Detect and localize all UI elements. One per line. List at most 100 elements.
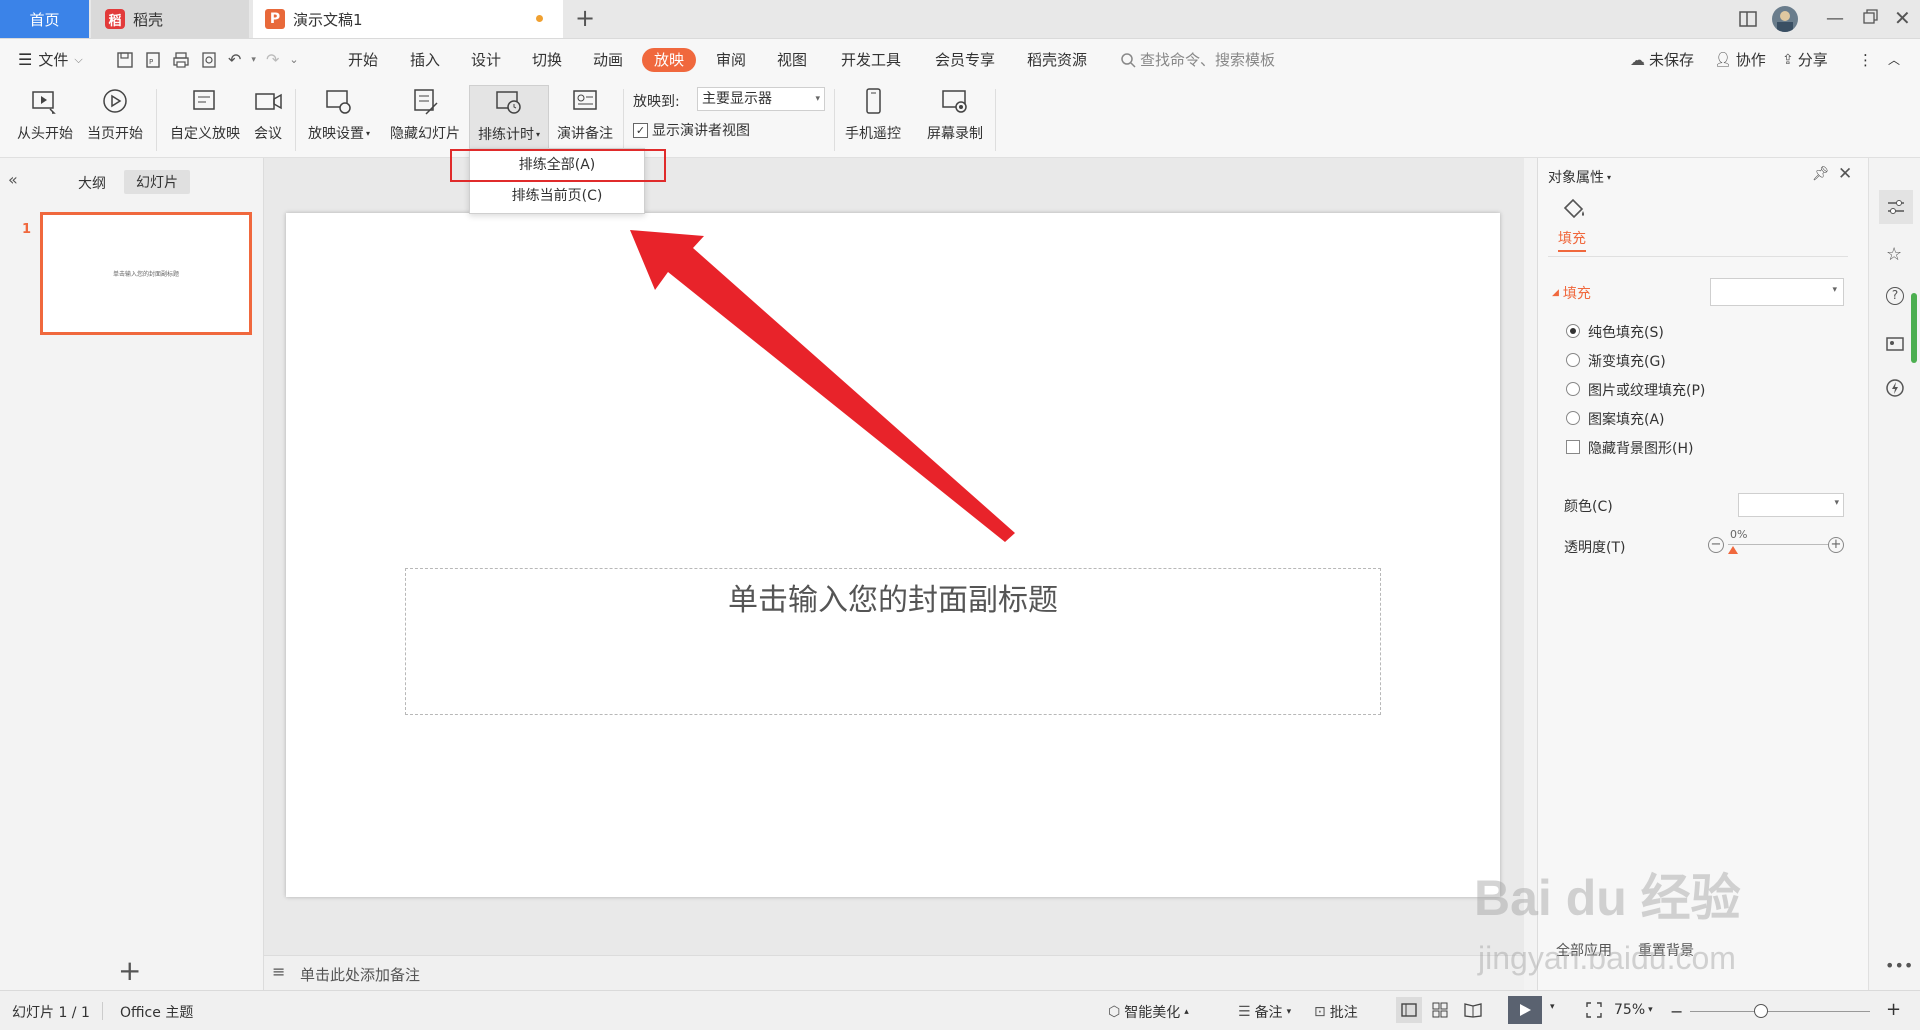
restore-icon[interactable] [1862, 8, 1880, 26]
color-select[interactable]: ▾ [1738, 493, 1844, 517]
phone-remote-label: 手机遥控 [845, 126, 901, 142]
zoom-in-button[interactable]: + [1886, 999, 1901, 1020]
search-icon [1121, 53, 1136, 68]
decrease-transparency-button[interactable]: − [1708, 537, 1724, 553]
save-icon[interactable] [116, 51, 134, 69]
print-preview-icon[interactable] [200, 51, 218, 69]
radio-solid-fill[interactable] [1566, 324, 1580, 338]
fit-window-icon[interactable] [1586, 1002, 1602, 1018]
fill-type-select[interactable]: ▾ [1710, 278, 1844, 306]
from-current-button[interactable]: 当页开始 [82, 85, 148, 143]
search-box[interactable]: 查找命令、搜索模板 [1120, 48, 1275, 72]
menu-developer[interactable]: 开发工具 [841, 48, 901, 72]
from-start-button[interactable]: 从头开始 [12, 85, 78, 143]
menu-member[interactable]: 会员专享 [935, 48, 995, 72]
print-icon[interactable] [172, 51, 190, 69]
layout-icon[interactable] [1738, 9, 1758, 29]
menu-animation[interactable]: 动画 [593, 48, 623, 72]
beautify-icon: ⬡ [1108, 1004, 1121, 1020]
more-options-icon[interactable]: ⋮ [1858, 48, 1873, 72]
tab-slides[interactable]: 幻灯片 [124, 170, 190, 194]
unsaved-button[interactable]: ☁ 未保存 [1630, 48, 1694, 72]
panel-title[interactable]: 对象属性 ▾ [1548, 167, 1611, 187]
menu-design[interactable]: 设计 [471, 48, 501, 72]
menu-review[interactable]: 审阅 [716, 48, 746, 72]
help-icon[interactable]: ? [1886, 287, 1904, 305]
show-settings-button[interactable]: 放映设置 ▾ [302, 85, 376, 143]
normal-view-icon[interactable] [1396, 997, 1422, 1023]
play-options-icon[interactable]: ▾ [1550, 1002, 1555, 1012]
show-to-select[interactable]: 主要显示器 ▾ [697, 87, 825, 111]
notes-bar[interactable]: ≡ 单击此处添加备注 [264, 955, 1524, 991]
screen-record-button[interactable]: 屏幕录制 [922, 85, 988, 143]
vertical-scrollbar[interactable] [1510, 168, 1520, 888]
close-panel-icon[interactable]: ✕ [1838, 164, 1852, 184]
radio-pattern-fill[interactable] [1566, 411, 1580, 425]
hide-slide-button[interactable]: 隐藏幻灯片 [386, 85, 464, 143]
collapse-ribbon-icon[interactable]: ︿ [1888, 48, 1900, 72]
star-icon[interactable]: ☆ [1886, 244, 1902, 265]
pin-icon[interactable]: 📌︎ [1812, 166, 1830, 182]
customize-toolbar-icon[interactable]: ⌄ [289, 53, 298, 66]
share-button[interactable]: ⇪ 分享 [1782, 48, 1828, 72]
custom-show-button[interactable]: 自定义放映 [166, 85, 244, 143]
meeting-button[interactable]: 会议 [248, 85, 288, 143]
collapse-panel-icon[interactable]: « [8, 170, 18, 189]
undo-icon[interactable]: ↶ [228, 50, 241, 69]
scroll-indicator[interactable] [1911, 293, 1917, 363]
avatar[interactable] [1772, 6, 1798, 32]
rehearse-timing-button[interactable]: 排练计时 ▾ [469, 85, 549, 153]
tab-daoke[interactable]: 稻 稻壳 [91, 0, 249, 38]
tab-home[interactable]: 首页 [0, 0, 89, 38]
smart-beautify-button[interactable]: ⬡ 智能美化 ▴ [1108, 1002, 1189, 1022]
menu-daoke-resources[interactable]: 稻壳资源 [1027, 48, 1087, 72]
quick-access-toolbar: P ↶ ▾ ↷ ⌄ [116, 50, 299, 69]
theme-name[interactable]: Office 主题 [120, 1002, 193, 1022]
image-tools-icon[interactable] [1885, 334, 1905, 354]
notes-toggle-button[interactable]: ☰ 备注 ▾ [1238, 1002, 1291, 1022]
new-tab-button[interactable]: + [575, 4, 595, 32]
zoom-slider-track[interactable] [1690, 1011, 1870, 1012]
tab-document[interactable]: P 演示文稿1 [253, 0, 563, 38]
fill-section-header[interactable]: ◢ 填充 [1552, 283, 1591, 303]
show-to-label: 放映到: [633, 94, 680, 110]
collaborate-button[interactable]: 👤︎ 协作 [1714, 48, 1766, 72]
menu-transition[interactable]: 切换 [532, 48, 562, 72]
fill-tab[interactable]: 填充 [1558, 228, 1586, 252]
slide-thumbnail[interactable]: 单击输入您的封面副标题 [40, 212, 252, 335]
menu-insert[interactable]: 插入 [410, 48, 440, 72]
transparency-slider-thumb[interactable] [1728, 546, 1738, 554]
more-icon[interactable]: ••• [1885, 956, 1913, 975]
animation-icon[interactable] [1885, 378, 1905, 398]
zoom-level[interactable]: 75% ▾ [1614, 1002, 1653, 1018]
reading-view-icon[interactable] [1464, 1002, 1482, 1018]
speaker-notes-button[interactable]: 演讲备注 [552, 85, 618, 143]
menu-slideshow[interactable]: 放映 [642, 48, 697, 72]
radio-gradient-fill[interactable] [1566, 353, 1580, 367]
minimize-icon[interactable]: — [1826, 8, 1844, 29]
presenter-view-checkbox[interactable]: ✓ 显示演讲者视图 [633, 120, 750, 140]
close-window-icon[interactable]: ✕ [1894, 6, 1911, 30]
increase-transparency-button[interactable]: + [1828, 537, 1844, 553]
file-menu[interactable]: ☰ 文件 ⌵ [18, 48, 83, 72]
transparency-slider-track[interactable] [1728, 544, 1828, 545]
undo-dropdown-icon[interactable]: ▾ [251, 55, 256, 65]
zoom-out-button[interactable]: − [1670, 1002, 1683, 1021]
menu-view[interactable]: 视图 [777, 48, 807, 72]
hide-bg-checkbox[interactable] [1566, 440, 1580, 454]
redo-icon[interactable]: ↷ [266, 50, 279, 69]
zoom-slider-thumb[interactable] [1754, 1004, 1768, 1018]
menu-start[interactable]: 开始 [348, 48, 378, 72]
tab-outline[interactable]: 大纲 [78, 173, 106, 193]
play-slideshow-button[interactable] [1508, 996, 1542, 1024]
properties-icon[interactable] [1879, 190, 1913, 224]
add-slide-button[interactable]: + [118, 954, 141, 987]
comments-button[interactable]: ⊡ 批注 [1314, 1002, 1358, 1022]
phone-remote-button[interactable]: 手机遥控 [840, 85, 906, 143]
slide-sorter-icon[interactable] [1432, 1002, 1448, 1018]
show-settings-label: 放映设置 [307, 126, 364, 142]
export-pdf-icon[interactable]: P [144, 51, 162, 69]
radio-picture-fill[interactable] [1566, 382, 1580, 396]
collapse-triangle-icon: ◢ [1552, 288, 1559, 298]
subtitle-placeholder[interactable]: 单击输入您的封面副标题 [405, 568, 1381, 715]
